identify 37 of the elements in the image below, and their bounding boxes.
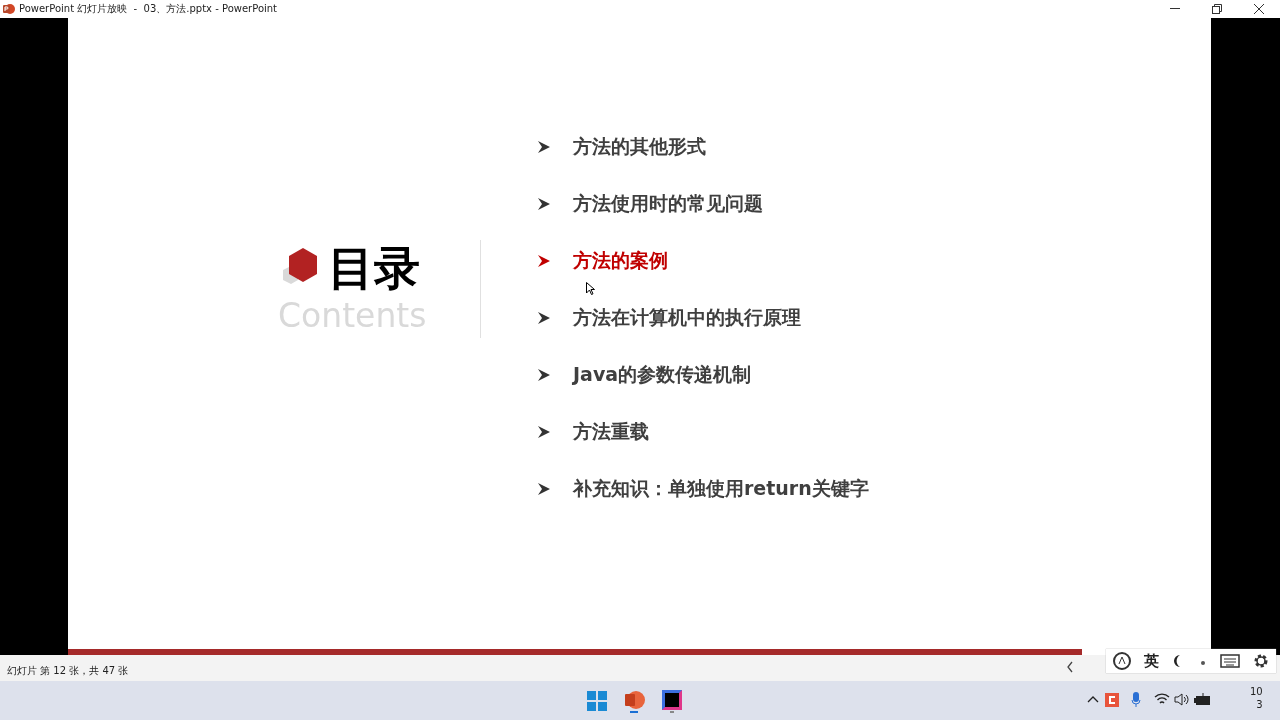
- microphone-icon[interactable]: [1131, 692, 1141, 708]
- contents-heading: 目录: [328, 240, 420, 296]
- keyboard-icon[interactable]: [1219, 654, 1240, 668]
- contents-item: 方法在计算机中的执行原理: [573, 307, 801, 328]
- bullet-arrow-icon: [537, 196, 551, 211]
- mouse-cursor-icon: [586, 282, 595, 295]
- bullet-arrow-icon: [537, 424, 551, 439]
- bullet-arrow-icon: [537, 367, 551, 382]
- slide-counter: 幻灯片 第 12 张，共 47 张: [7, 664, 129, 678]
- bullet-arrow-icon: [537, 139, 551, 154]
- contents-item: 方法使用时的常见问题: [573, 193, 763, 214]
- tray-app-icon[interactable]: [1105, 693, 1119, 707]
- windows-start-icon[interactable]: [587, 691, 607, 711]
- chevron-left-icon[interactable]: [1066, 661, 1074, 673]
- contents-item: 方法重载: [573, 421, 649, 442]
- clock-time: 10: [1250, 685, 1263, 698]
- speaker-icon[interactable]: [1174, 693, 1190, 706]
- contents-item: 方法的案例: [573, 250, 668, 271]
- presentation-app-icon[interactable]: [623, 689, 645, 713]
- app-logo-icon: [3, 3, 15, 15]
- window-title: PowerPoint 幻灯片放映 - 03、方法.pptx - PowerPoint: [19, 2, 278, 16]
- restore-icon: [1212, 4, 1222, 14]
- contents-item: Java的参数传递机制: [573, 364, 752, 385]
- input-language-toggle[interactable]: 英: [1144, 651, 1160, 671]
- battery-icon[interactable]: [1194, 693, 1212, 706]
- bullet-arrow-icon: [537, 310, 551, 325]
- chevron-up-icon[interactable]: [1087, 695, 1099, 703]
- contents-item: 补充知识：单独使用return关键字: [573, 478, 869, 499]
- contents-item: 方法的其他形式: [573, 136, 706, 157]
- ime-logo-icon[interactable]: [1112, 651, 1133, 671]
- bullet-arrow-icon: [537, 481, 551, 496]
- clock-date: 3: [1256, 698, 1263, 711]
- ide-app-icon[interactable]: [661, 689, 683, 713]
- close-icon: [1254, 4, 1264, 14]
- wifi-icon[interactable]: [1154, 693, 1170, 705]
- bullet-arrow-icon: [537, 253, 551, 268]
- minimize-icon: [1170, 8, 1180, 10]
